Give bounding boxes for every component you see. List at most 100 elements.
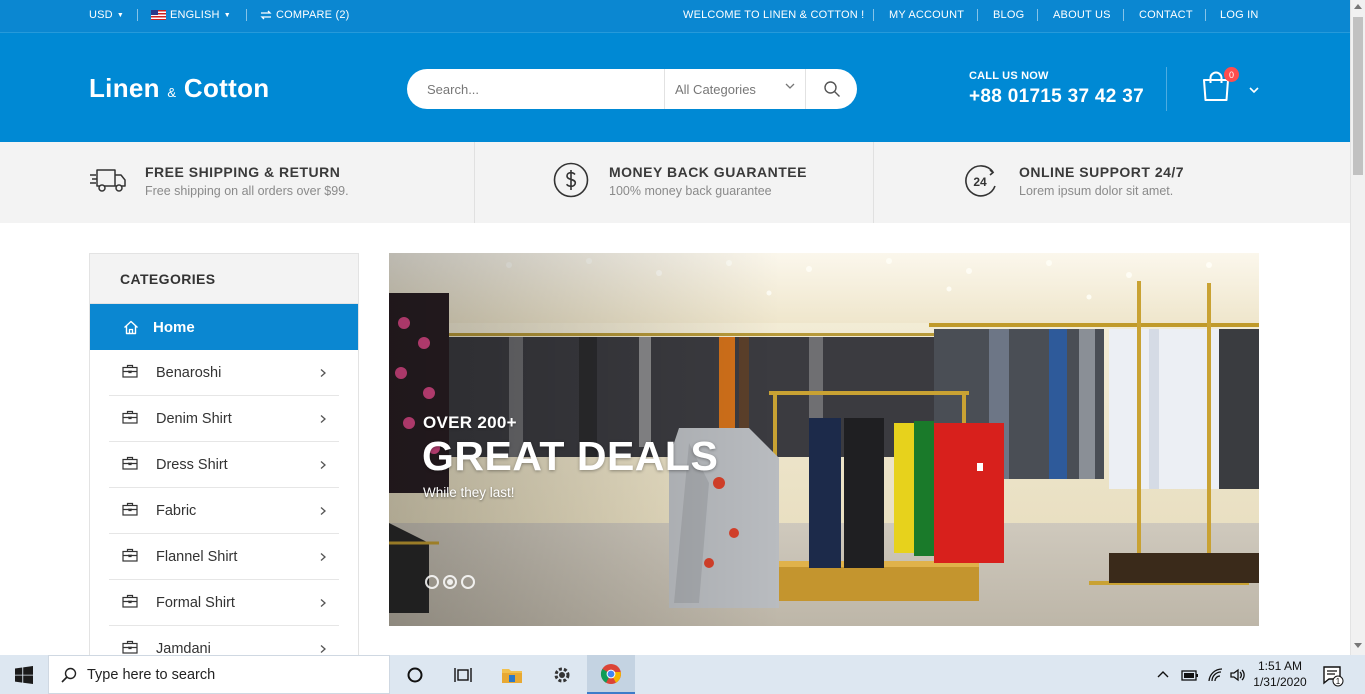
divider <box>137 9 138 21</box>
notification-count: 1 <box>1336 677 1341 686</box>
feature-subtitle: Free shipping on all orders over $99. <box>145 184 349 198</box>
divider <box>1205 9 1206 21</box>
notification-icon: 1 <box>1323 666 1344 687</box>
feature-title: FREE SHIPPING & RETURN <box>145 164 341 180</box>
my-account-link[interactable]: MY ACCOUNT <box>889 9 964 21</box>
us-flag-icon <box>151 10 166 20</box>
page-scrollbar[interactable] <box>1350 0 1365 655</box>
chevron-up-icon[interactable] <box>1155 667 1171 683</box>
briefcase-icon <box>122 364 138 382</box>
phone-number[interactable]: +88 01715 37 42 37 <box>969 86 1144 108</box>
taskbar-clock[interactable]: 1:51 AM 1/31/2020 <box>1248 658 1312 690</box>
truck-icon <box>89 166 127 199</box>
chevron-down-icon[interactable] <box>1249 81 1259 99</box>
briefcase-icon <box>122 640 138 656</box>
briefcase-icon <box>122 502 138 520</box>
chrome-icon <box>600 663 621 684</box>
category-item-label: Flannel Shirt <box>156 548 238 565</box>
banner-headline: GREAT DEALS <box>422 433 719 479</box>
category-item[interactable]: Benaroshi <box>109 350 339 396</box>
chevron-down-icon <box>785 82 795 93</box>
call-us: CALL US NOW +88 01715 37 42 37 <box>969 70 1144 108</box>
currency-selector[interactable]: USD ▼ <box>89 9 124 21</box>
divider <box>1037 9 1038 21</box>
feature-support: 24 ONLINE SUPPORT 24/7 Lorem ipsum dolor… <box>963 142 1303 223</box>
category-item[interactable]: Fabric <box>109 488 339 534</box>
start-button[interactable] <box>0 655 48 694</box>
category-home-label: Home <box>153 318 195 336</box>
clock-time: 1:51 AM <box>1257 659 1303 673</box>
contact-link[interactable]: CONTACT <box>1139 9 1193 21</box>
action-center-button[interactable]: 1 <box>1320 663 1344 687</box>
welcome-text: WELCOME TO LINEN & COTTON ! <box>683 9 865 21</box>
slider-dot[interactable] <box>425 575 439 589</box>
category-item[interactable]: Formal Shirt <box>109 580 339 626</box>
category-item[interactable]: Dress Shirt <box>109 442 339 488</box>
hero-banner[interactable]: OVER 200+ GREAT DEALS While they last! <box>389 253 1259 626</box>
chevron-right-icon <box>319 642 327 655</box>
category-item-label: Fabric <box>156 502 197 519</box>
search-input[interactable] <box>427 79 647 99</box>
language-selector[interactable]: ENGLISH ▼ <box>151 9 231 21</box>
category-item[interactable]: Jamdani <box>109 626 339 655</box>
slider-dot[interactable] <box>461 575 475 589</box>
category-item[interactable]: Denim Shirt <box>109 396 339 442</box>
battery-icon[interactable] <box>1179 667 1201 683</box>
chevron-right-icon <box>319 366 327 382</box>
search-button[interactable] <box>807 69 857 109</box>
scroll-down-arrow-icon[interactable] <box>1354 643 1362 648</box>
login-link[interactable]: LOG IN <box>1220 9 1259 21</box>
chevron-right-icon <box>319 412 327 428</box>
category-sidebar: CATEGORIES Home Benaroshi Denim Shirt Dres… <box>89 253 359 655</box>
category-item-label: Dress Shirt <box>156 456 228 473</box>
windows-taskbar: Type here to search 1:51 AM 1/31/2020 1 <box>0 655 1365 694</box>
cortana-button[interactable] <box>391 655 439 694</box>
category-heading: CATEGORIES <box>90 254 358 304</box>
scroll-up-arrow-icon[interactable] <box>1354 4 1362 9</box>
briefcase-icon <box>122 548 138 566</box>
category-select[interactable]: All Categories <box>664 69 806 109</box>
feature-shipping: FREE SHIPPING & RETURN Free shipping on … <box>89 142 474 223</box>
site-logo[interactable]: Linen & Cotton <box>89 73 269 104</box>
blog-link[interactable]: BLOG <box>993 9 1024 21</box>
feature-subtitle: Lorem ipsum dolor sit amet. <box>1019 184 1174 198</box>
support-24-icon: 24 <box>963 164 999 203</box>
chrome-button[interactable] <box>587 655 635 694</box>
logo-ampersand: & <box>167 85 177 100</box>
home-icon <box>124 320 138 334</box>
task-view-button[interactable] <box>439 655 487 694</box>
logo-text-linen: Linen <box>89 73 160 103</box>
folder-icon <box>502 668 522 683</box>
search-icon <box>824 81 840 97</box>
category-item[interactable]: Flannel Shirt <box>109 534 339 580</box>
divider <box>1166 67 1167 111</box>
feature-subtitle: 100% money back guarantee <box>609 184 772 198</box>
task-view-icon <box>454 667 472 682</box>
wifi-icon[interactable] <box>1207 667 1225 683</box>
banner-tagline: While they last! <box>423 485 515 500</box>
dollar-icon <box>553 162 589 203</box>
language-label: ENGLISH <box>170 9 220 21</box>
cortana-icon <box>407 667 423 682</box>
chevron-right-icon <box>319 458 327 474</box>
scroll-thumb[interactable] <box>1353 17 1363 175</box>
feature-title: MONEY BACK GUARANTEE <box>609 164 807 180</box>
currency-label: USD <box>89 9 113 21</box>
divider <box>1123 9 1124 21</box>
windows-logo-icon <box>15 665 33 684</box>
settings-button[interactable] <box>538 655 586 694</box>
category-item-label: Benaroshi <box>156 364 222 381</box>
category-home[interactable]: Home <box>90 304 358 350</box>
search-icon <box>61 667 77 683</box>
compare-link[interactable]: COMPARE (2) <box>260 9 350 21</box>
file-explorer-button[interactable] <box>488 655 536 694</box>
support-24-label: 24 <box>973 175 987 189</box>
about-us-link[interactable]: ABOUT US <box>1053 9 1111 21</box>
category-item-label: Jamdani <box>156 640 211 656</box>
volume-icon[interactable] <box>1229 667 1247 683</box>
compare-label: COMPARE (2) <box>276 9 350 21</box>
slider-dot[interactable] <box>443 575 457 589</box>
taskbar-search-placeholder: Type here to search <box>87 666 216 683</box>
taskbar-search[interactable]: Type here to search <box>48 655 390 694</box>
clock-date: 1/31/2020 <box>1253 675 1307 689</box>
